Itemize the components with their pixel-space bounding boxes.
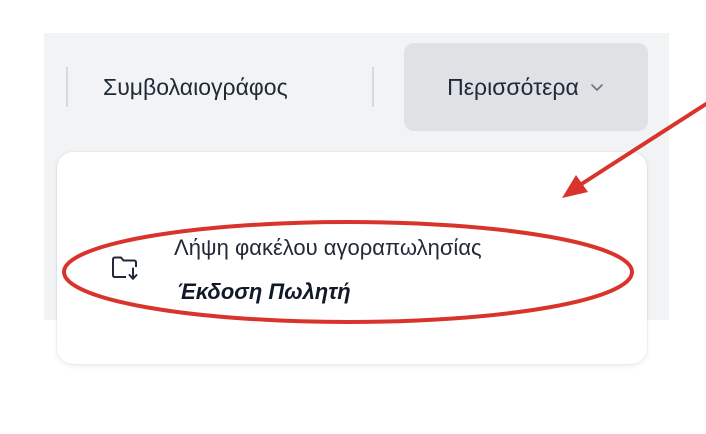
menu-item-label: Λήψη φακέλου αγοραπωλησίας bbox=[174, 235, 482, 260]
folder-download-icon bbox=[109, 253, 141, 283]
more-dropdown-menu: Λήψη φακέλου αγοραπωλησίας Έκδοση Πωλητή bbox=[57, 152, 647, 364]
menu-item-download-sale-folder[interactable]: Λήψη φακέλου αγοραπωλησίας Έκδοση Πωλητή bbox=[57, 227, 647, 307]
more-dropdown-button[interactable]: Περισσότερα bbox=[404, 43, 648, 131]
toolbar-divider bbox=[66, 67, 68, 107]
chevron-down-icon bbox=[589, 79, 605, 95]
toolbar-divider bbox=[372, 67, 374, 107]
left-pane-edge bbox=[44, 320, 58, 360]
tab-notary[interactable]: Συμβολαιογράφος bbox=[103, 68, 288, 106]
menu-item-sublabel: Έκδοση Πωλητή bbox=[177, 279, 351, 304]
more-button-label: Περισσότερα bbox=[447, 73, 579, 100]
